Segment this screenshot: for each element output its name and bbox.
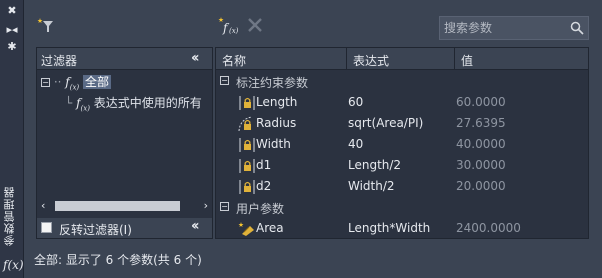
column-header-name[interactable]: 名称: [216, 48, 347, 70]
parameter-expression[interactable]: Width/2: [348, 179, 395, 193]
filter-tree-item-all[interactable]: − ·· f(x) 全部: [41, 73, 112, 92]
search-input[interactable]: [444, 17, 564, 39]
filter-header: 过滤器 ‹‹: [37, 48, 212, 70]
svg-text:(x): (x): [229, 27, 239, 35]
grid-header: 名称 表达式 值: [216, 48, 588, 70]
new-user-parameter-icon[interactable]: f (x): [217, 16, 239, 36]
scroll-right-icon[interactable]: ›: [204, 199, 208, 212]
parameter-name[interactable]: d2: [256, 179, 271, 193]
close-icon[interactable]: ✖: [5, 5, 19, 17]
filter-fx-icon: f(x): [76, 96, 90, 112]
search-icon[interactable]: [570, 21, 584, 35]
parameter-row[interactable]: Length 60 60.0000: [216, 92, 588, 113]
status-bar-text: 全部: 显示了 6 个参数(共 6 个): [34, 253, 202, 267]
horizontal-scrollbar[interactable]: ‹ ›: [37, 198, 212, 214]
collapse-filter-icon[interactable]: ‹‹: [191, 50, 199, 66]
parameter-row[interactable]: Area Length*Width 2400.0000: [216, 218, 588, 239]
filter-pane: 过滤器 ‹‹ − ·· f(x) 全部 └ f(x) 表达式中使用的所有 ‹ ›…: [36, 47, 213, 239]
parameter-expression[interactable]: Length*Width: [348, 221, 430, 235]
fx-icon: f(x): [3, 258, 24, 272]
user-parameter-icon: [238, 222, 254, 236]
collapse-group-icon[interactable]: −: [220, 76, 229, 85]
parameter-row[interactable]: d2 Width/2 20.0000: [216, 176, 588, 197]
parameter-value: 60.0000: [456, 95, 506, 109]
new-filter-icon[interactable]: [37, 16, 57, 36]
pin-icon[interactable]: ▸◂: [5, 24, 19, 36]
parameter-name[interactable]: Area: [256, 221, 284, 235]
column-header-value[interactable]: 值: [455, 48, 588, 70]
collapse-filter-bottom-icon[interactable]: ‹‹: [191, 218, 199, 234]
properties-icon[interactable]: ✱: [5, 41, 19, 53]
parameter-expression[interactable]: sqrt(Area/PI): [348, 116, 423, 130]
palette-title-bar: ✖ ▸◂ ✱ 参数管理器 f(x): [0, 0, 24, 278]
fx-icon: f(x): [65, 75, 80, 92]
delete-parameter-icon[interactable]: [246, 16, 264, 36]
invert-filter-row: 反转过滤器(I) ‹‹: [37, 218, 212, 238]
search-box[interactable]: [439, 16, 589, 40]
group-dimensional-constraints[interactable]: − 标注约束参数: [216, 72, 588, 90]
parameter-expression[interactable]: 40: [348, 137, 363, 151]
parameter-value: 2400.0000: [456, 221, 521, 235]
parameter-value: 27.6395: [456, 116, 506, 130]
filter-tree-label: 全部: [83, 75, 112, 89]
filter-title: 过滤器: [41, 54, 78, 68]
parameter-expression[interactable]: 60: [348, 95, 363, 109]
group-user-parameters[interactable]: − 用户参数: [216, 198, 588, 216]
parameter-name[interactable]: Radius: [256, 116, 296, 130]
radius-lock-icon: [238, 116, 253, 132]
palette-title: 参数管理器: [3, 186, 16, 246]
scroll-left-icon[interactable]: ‹: [41, 199, 45, 212]
invert-filter-checkbox[interactable]: [41, 222, 52, 233]
linear-dim-lock-icon: [239, 159, 255, 173]
parameter-row[interactable]: d1 Length/2 30.0000: [216, 155, 588, 176]
parameter-value: 40.0000: [456, 137, 506, 151]
column-header-expression[interactable]: 表达式: [347, 48, 455, 70]
parameter-value: 20.0000: [456, 179, 506, 193]
collapse-group-icon[interactable]: −: [220, 202, 229, 211]
collapse-node-icon[interactable]: −: [41, 78, 50, 87]
group-label: 用户参数: [236, 202, 285, 216]
linear-dim-lock-icon: [239, 96, 255, 110]
scrollbar-thumb[interactable]: [55, 201, 180, 211]
parameter-row[interactable]: Radius sqrt(Area/PI) 27.6395: [216, 113, 588, 134]
parameter-grid: 名称 表达式 值 − 标注约束参数 Length 60 60.0000 Radi…: [215, 47, 589, 239]
linear-dim-lock-icon: [239, 138, 255, 152]
parameter-name[interactable]: d1: [256, 158, 271, 172]
linear-dim-lock-icon: [239, 180, 255, 194]
filter-tree-item-used-in-expressions[interactable]: └ f(x) 表达式中使用的所有: [65, 94, 212, 112]
parameters-manager: f (x) 过滤器 ‹‹ − ·· f(x) 全部 └ f(x) 表达式中使用的…: [24, 0, 602, 278]
parameter-expression[interactable]: Length/2: [348, 158, 401, 172]
filter-tree-label: 表达式中使用的所有: [93, 96, 202, 110]
parameter-row[interactable]: Width 40 40.0000: [216, 134, 588, 155]
invert-filter-label[interactable]: 反转过滤器(I): [59, 221, 132, 238]
parameter-name[interactable]: Width: [256, 137, 291, 151]
parameter-value: 30.0000: [456, 158, 506, 172]
parameter-name[interactable]: Length: [256, 95, 297, 109]
group-label: 标注约束参数: [236, 76, 309, 90]
